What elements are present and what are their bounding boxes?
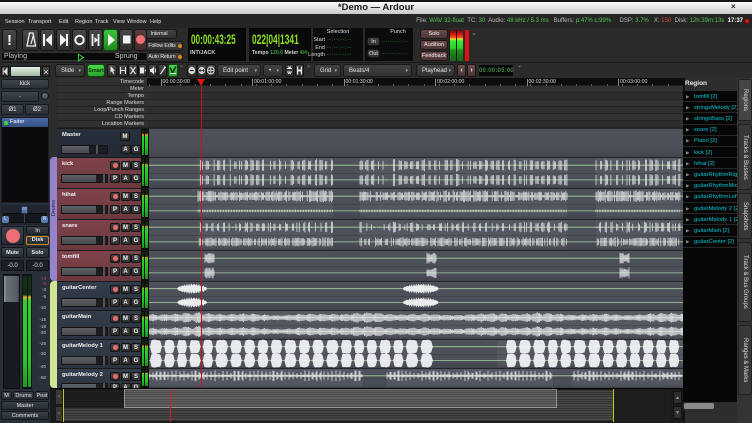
svg-text:!: ! <box>7 32 12 49</box>
